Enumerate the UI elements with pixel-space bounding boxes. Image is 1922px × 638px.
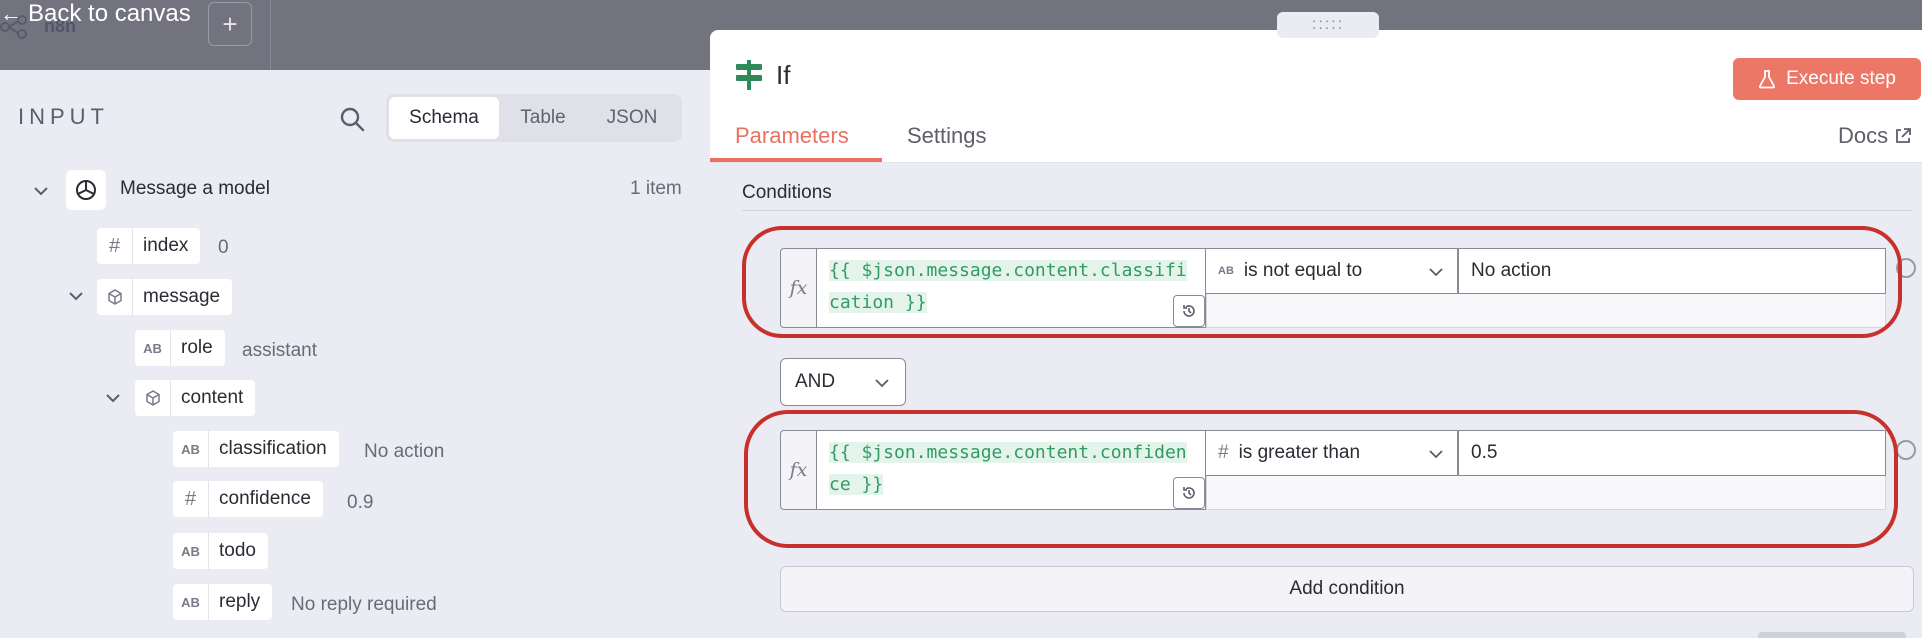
field-value: No reply required	[291, 594, 437, 615]
string-type-icon: AB	[173, 584, 209, 620]
source-node-name: Message a model	[120, 178, 270, 199]
object-type-icon	[97, 279, 133, 315]
openai-icon	[66, 170, 106, 210]
input-panel-title: INPUT	[18, 104, 109, 129]
field-label: message	[143, 286, 221, 307]
chevron-down-icon[interactable]	[104, 389, 122, 407]
back-to-canvas-link[interactable]: ← Back to canvas	[0, 0, 191, 28]
field-value: 0.9	[347, 492, 374, 513]
execute-step-button[interactable]: Execute step	[1733, 58, 1921, 100]
remove-condition-icon[interactable]	[1896, 440, 1916, 460]
combinator-select[interactable]: AND	[780, 358, 906, 406]
tab-json[interactable]: JSON	[587, 97, 677, 139]
string-type-icon: AB	[173, 431, 209, 467]
docs-link[interactable]: Docs	[1838, 123, 1912, 149]
if-node-icon	[736, 60, 762, 90]
tab-table[interactable]: Table	[503, 97, 583, 139]
execute-step-label: Execute step	[1786, 68, 1896, 89]
field-role[interactable]: AB role	[135, 330, 225, 366]
tab-schema[interactable]: Schema	[389, 97, 499, 139]
back-to-canvas-label: Back to canvas	[28, 0, 191, 27]
object-type-icon	[135, 380, 171, 416]
field-content[interactable]: content	[135, 380, 256, 416]
number-type-icon: #	[97, 228, 133, 264]
docs-label: Docs	[1838, 123, 1889, 148]
field-reply[interactable]: AB reply	[173, 584, 273, 620]
combinator-label: AND	[795, 371, 836, 392]
field-confidence[interactable]: # confidence	[173, 481, 323, 517]
field-message[interactable]: message	[97, 279, 233, 315]
divider	[270, 0, 271, 70]
field-label: index	[143, 235, 189, 256]
field-label: role	[181, 337, 213, 358]
active-tab-indicator	[710, 158, 882, 162]
field-classification[interactable]: AB classification	[173, 431, 339, 467]
external-link-icon	[1896, 128, 1912, 143]
partial-button-edge	[1758, 632, 1906, 638]
conditions-label: Conditions	[742, 182, 832, 203]
field-value: assistant	[242, 340, 317, 361]
field-label: content	[181, 387, 244, 408]
add-tab-button[interactable]: +	[208, 2, 252, 46]
flask-icon	[1759, 70, 1776, 89]
arrow-left-icon: ←	[0, 1, 22, 26]
field-index[interactable]: # index	[97, 228, 201, 264]
chevron-down-icon[interactable]	[32, 182, 50, 200]
string-type-icon: AB	[135, 330, 171, 366]
field-label: classification	[219, 438, 327, 459]
chevron-down-icon	[875, 379, 889, 388]
chevron-down-icon[interactable]	[67, 287, 85, 305]
drag-handle[interactable]: :::::	[1277, 12, 1379, 38]
highlight-annotation	[744, 410, 1898, 548]
field-label: confidence	[219, 488, 311, 509]
string-type-icon: AB	[173, 533, 209, 569]
field-value: 0	[218, 237, 229, 258]
tab-parameters[interactable]: Parameters	[735, 123, 849, 149]
view-mode-switch: Schema Table JSON	[386, 94, 682, 142]
search-icon[interactable]	[338, 105, 366, 133]
input-panel	[0, 70, 710, 638]
divider	[742, 210, 1912, 211]
node-title[interactable]: If	[776, 60, 790, 91]
highlight-annotation	[742, 226, 1902, 338]
number-type-icon: #	[173, 481, 209, 517]
item-count: 1 item	[630, 178, 682, 199]
field-label: reply	[219, 591, 261, 612]
field-label: todo	[219, 540, 256, 561]
tab-settings[interactable]: Settings	[907, 123, 987, 149]
add-condition-button[interactable]: Add condition	[780, 566, 1914, 612]
field-todo[interactable]: AB todo	[173, 533, 268, 569]
field-value: No action	[364, 441, 445, 462]
